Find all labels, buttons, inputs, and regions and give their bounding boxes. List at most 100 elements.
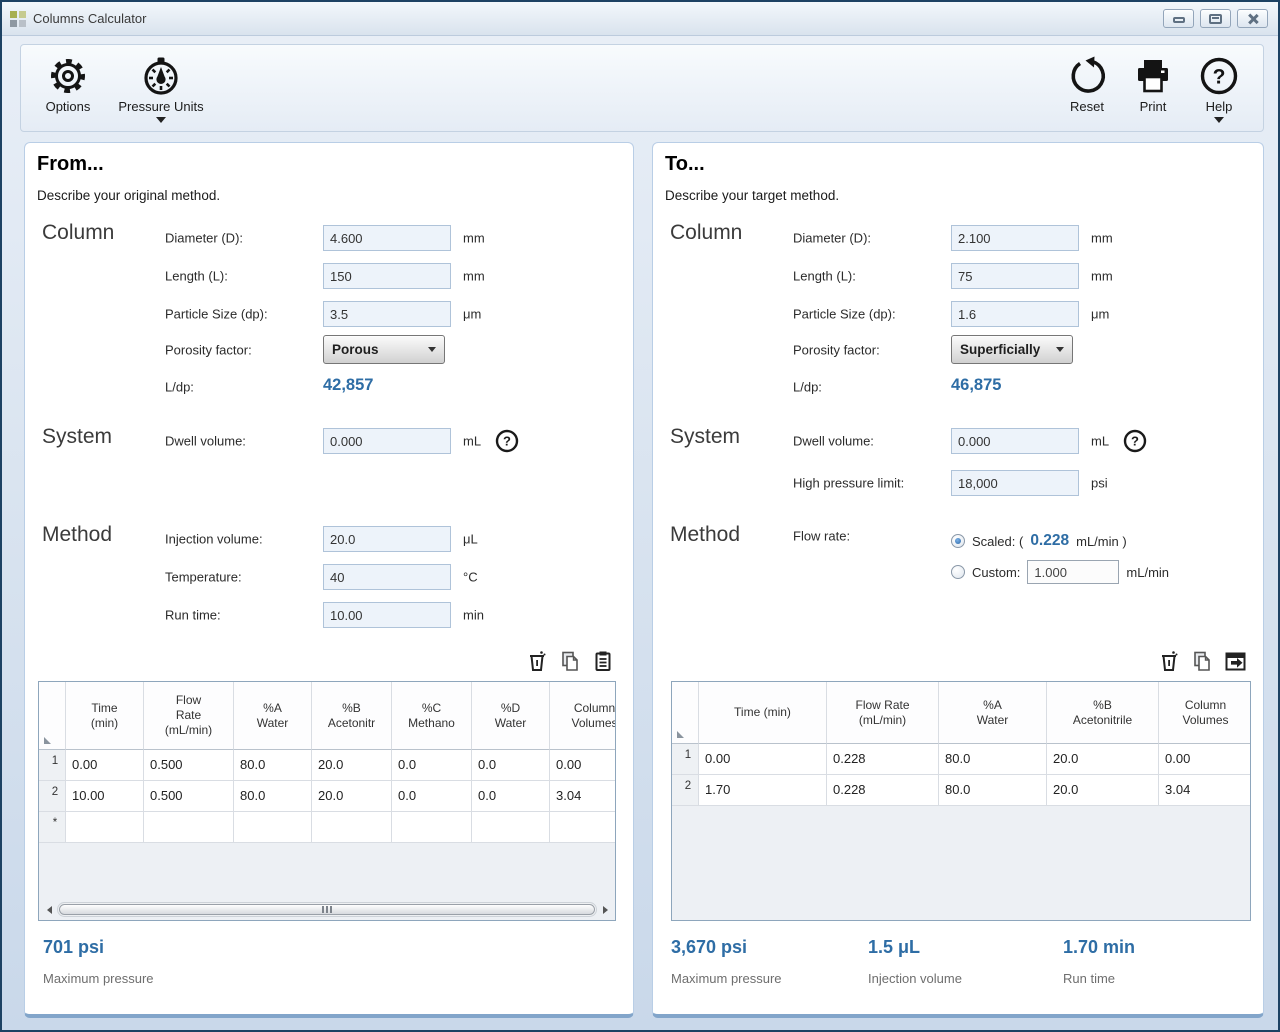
pressure-limit-input[interactable] bbox=[951, 470, 1079, 496]
row-selector-header[interactable] bbox=[672, 682, 698, 744]
copy-table-button[interactable] bbox=[558, 649, 582, 673]
diameter-input[interactable] bbox=[951, 225, 1079, 251]
table-cell[interactable] bbox=[471, 812, 549, 843]
column-header[interactable]: %A Water bbox=[233, 682, 311, 750]
gradient-table: Time (min) Flow Rate (mL/min) %A Water %… bbox=[671, 681, 1251, 921]
maximize-button[interactable] bbox=[1200, 9, 1231, 28]
table-cell[interactable] bbox=[311, 812, 391, 843]
options-button[interactable]: Options bbox=[37, 53, 99, 114]
dwell-input[interactable] bbox=[323, 428, 451, 454]
table-cell[interactable]: 80.0 bbox=[233, 750, 311, 781]
column-header[interactable]: Flow Rate (mL/min) bbox=[826, 682, 938, 744]
scroll-right-button[interactable] bbox=[597, 902, 613, 917]
paste-table-button[interactable] bbox=[591, 649, 615, 673]
row-header[interactable]: 2 bbox=[39, 781, 65, 812]
diameter-input[interactable] bbox=[323, 225, 451, 251]
table-cell[interactable]: 0.228 bbox=[826, 775, 938, 806]
table-cell[interactable]: 0.500 bbox=[143, 781, 233, 812]
clear-table-button[interactable] bbox=[1157, 649, 1181, 673]
radio-selected-icon[interactable] bbox=[951, 534, 965, 548]
column-header[interactable]: %A Water bbox=[938, 682, 1046, 744]
column-header[interactable]: %B Acetonitrile bbox=[1046, 682, 1158, 744]
temperature-input[interactable] bbox=[323, 564, 451, 590]
pressure-units-button[interactable]: Pressure Units bbox=[115, 53, 207, 123]
table-cell[interactable]: 0.0 bbox=[471, 750, 549, 781]
row-header[interactable]: 1 bbox=[39, 750, 65, 781]
runtime-input[interactable] bbox=[323, 602, 451, 628]
row-header[interactable]: * bbox=[39, 812, 65, 843]
table-cell[interactable]: 0.00 bbox=[65, 750, 143, 781]
dwell-row: Dwell volume: mL ? bbox=[653, 428, 1263, 454]
table-cell[interactable] bbox=[549, 812, 616, 843]
custom-flow-option[interactable]: Custom: mL/min bbox=[951, 560, 1169, 584]
to-panel: To... Describe your target method. Colum… bbox=[652, 142, 1264, 1018]
copy-table-button[interactable] bbox=[1190, 649, 1214, 673]
close-button[interactable] bbox=[1237, 9, 1268, 28]
table-cell[interactable]: 20.0 bbox=[311, 750, 391, 781]
scrollbar-track[interactable] bbox=[57, 902, 597, 917]
dwell-help-icon[interactable]: ? bbox=[1123, 429, 1147, 458]
table-cell[interactable] bbox=[391, 812, 471, 843]
column-header[interactable]: %C Methano bbox=[391, 682, 471, 750]
row-selector-header[interactable] bbox=[39, 682, 65, 750]
row-header[interactable]: 2 bbox=[672, 775, 698, 806]
table-cell[interactable]: 1.70 bbox=[698, 775, 826, 806]
table-cell[interactable]: 20.0 bbox=[1046, 775, 1158, 806]
injection-input[interactable] bbox=[323, 526, 451, 552]
table-cell[interactable]: 0.00 bbox=[549, 750, 616, 781]
dwell-help-icon[interactable]: ? bbox=[495, 429, 519, 458]
custom-flow-input[interactable] bbox=[1027, 560, 1119, 584]
table-cell[interactable]: 10.00 bbox=[65, 781, 143, 812]
table-cell[interactable]: 0.00 bbox=[1158, 744, 1251, 775]
table-cell[interactable]: 0.228 bbox=[826, 744, 938, 775]
custom-unit: mL/min bbox=[1126, 565, 1169, 580]
column-header[interactable]: Time (min) bbox=[698, 682, 826, 744]
particle-input[interactable] bbox=[323, 301, 451, 327]
column-header[interactable]: %B Acetonitr bbox=[311, 682, 391, 750]
export-table-button[interactable] bbox=[1223, 649, 1247, 673]
scaled-flow-option[interactable]: Scaled: ( 0.228 mL/min ) bbox=[951, 532, 1127, 550]
table-cell[interactable] bbox=[233, 812, 311, 843]
table-cell[interactable]: 3.04 bbox=[549, 781, 616, 812]
table-cell[interactable]: 0.0 bbox=[391, 750, 471, 781]
column-header[interactable]: Time (min) bbox=[65, 682, 143, 750]
runtime-unit: min bbox=[463, 608, 484, 623]
column-header[interactable]: Flow Rate (mL/min) bbox=[143, 682, 233, 750]
column-header[interactable]: %D Water bbox=[471, 682, 549, 750]
clear-table-button[interactable] bbox=[525, 649, 549, 673]
reset-button[interactable]: Reset bbox=[1061, 53, 1113, 114]
table-cell[interactable]: 80.0 bbox=[938, 744, 1046, 775]
table-cell[interactable]: 3.04 bbox=[1158, 775, 1251, 806]
scaled-suffix: mL/min ) bbox=[1076, 534, 1127, 549]
minimize-button[interactable] bbox=[1163, 9, 1194, 28]
stat-value: 1.5 μL bbox=[868, 937, 962, 958]
scroll-left-button[interactable] bbox=[41, 902, 57, 917]
chevron-down-icon bbox=[1214, 117, 1224, 123]
table-cell[interactable] bbox=[143, 812, 233, 843]
column-header[interactable]: Column Volumes bbox=[549, 682, 616, 750]
particle-input[interactable] bbox=[951, 301, 1079, 327]
table-cell[interactable]: 80.0 bbox=[233, 781, 311, 812]
table-cell[interactable]: 0.500 bbox=[143, 750, 233, 781]
porosity-select[interactable]: Porous bbox=[323, 335, 445, 364]
table-cell[interactable]: 0.00 bbox=[698, 744, 826, 775]
table-cell[interactable]: 20.0 bbox=[311, 781, 391, 812]
print-label: Print bbox=[1140, 99, 1167, 114]
row-header[interactable]: 1 bbox=[672, 744, 698, 775]
radio-unselected-icon[interactable] bbox=[951, 565, 965, 579]
table-cell[interactable]: 20.0 bbox=[1046, 744, 1158, 775]
dwell-input[interactable] bbox=[951, 428, 1079, 454]
length-input[interactable] bbox=[323, 263, 451, 289]
scrollbar-thumb[interactable] bbox=[59, 904, 595, 915]
help-button[interactable]: ? Help bbox=[1193, 53, 1245, 123]
table-cell[interactable]: 0.0 bbox=[471, 781, 549, 812]
column-header[interactable]: Column Volumes bbox=[1158, 682, 1251, 744]
length-input[interactable] bbox=[951, 263, 1079, 289]
porosity-select[interactable]: Superficially bbox=[951, 335, 1073, 364]
print-button[interactable]: Print bbox=[1127, 53, 1179, 114]
table-cell[interactable]: 0.0 bbox=[391, 781, 471, 812]
table-cell[interactable]: 80.0 bbox=[938, 775, 1046, 806]
close-icon bbox=[1247, 13, 1259, 25]
table-cell[interactable] bbox=[65, 812, 143, 843]
particle-row: Particle Size (dp): μm bbox=[653, 301, 1263, 327]
